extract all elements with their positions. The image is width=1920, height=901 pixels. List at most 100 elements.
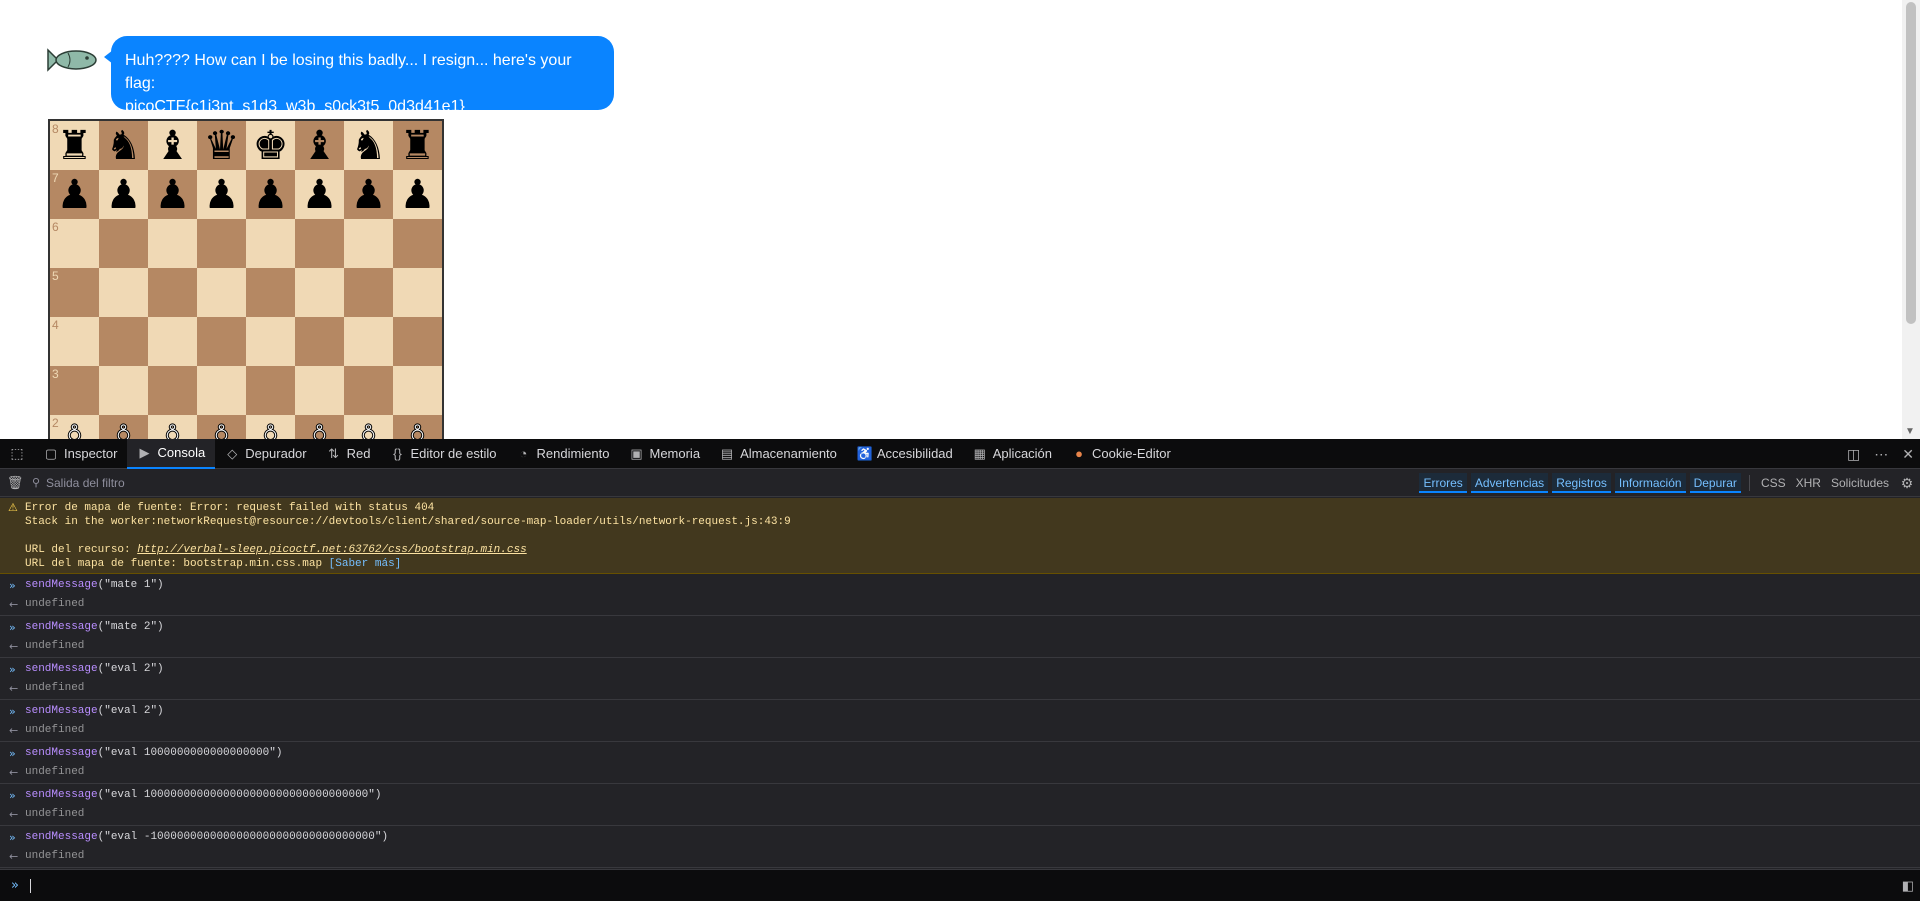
tab-almacenamiento[interactable]: ▤ Almacenamiento <box>710 439 847 469</box>
page-scrollbar[interactable]: ▼ <box>1902 0 1920 439</box>
chess-piece[interactable]: ♚ <box>253 126 289 166</box>
chess-piece[interactable]: ♝ <box>302 126 338 166</box>
board-square[interactable]: ♞ <box>99 121 148 170</box>
board-square[interactable] <box>246 268 295 317</box>
board-square[interactable] <box>197 366 246 415</box>
board-square[interactable]: ♚ <box>246 121 295 170</box>
tab-memoria[interactable]: ▣ Memoria <box>619 439 710 469</box>
board-square[interactable]: ♜ <box>393 121 442 170</box>
scrollbar-thumb[interactable] <box>1906 2 1916 324</box>
board-square[interactable]: 7 ♟ <box>50 170 99 219</box>
level-filter-button[interactable]: Registros <box>1552 473 1611 493</box>
chess-piece[interactable]: ♟ <box>204 175 240 215</box>
learn-more-link[interactable]: [Saber más] <box>329 558 402 570</box>
board-square[interactable]: ♝ <box>148 121 197 170</box>
board-square[interactable] <box>295 317 344 366</box>
clear-console-icon[interactable]: 🗑 <box>0 475 30 491</box>
board-square[interactable] <box>393 317 442 366</box>
board-square[interactable]: ♙ <box>344 415 393 439</box>
board-square[interactable] <box>393 268 442 317</box>
network-filter-button[interactable]: XHR <box>1791 476 1826 490</box>
board-square[interactable]: ♟ <box>393 170 442 219</box>
chess-piece[interactable]: ♙ <box>154 419 191 439</box>
tab-rendimiento[interactable]: ◔ Rendimiento <box>506 439 619 469</box>
board-square[interactable] <box>246 219 295 268</box>
board-square[interactable] <box>99 317 148 366</box>
board-square[interactable]: ♟ <box>246 170 295 219</box>
board-square[interactable] <box>295 366 344 415</box>
board-square[interactable] <box>148 219 197 268</box>
board-square[interactable] <box>344 268 393 317</box>
tab-red[interactable]: ⇅ Red <box>317 439 381 469</box>
board-square[interactable] <box>197 219 246 268</box>
chess-piece[interactable]: ♛ <box>204 126 240 166</box>
board-square[interactable] <box>99 219 148 268</box>
scroll-down-arrow-icon[interactable]: ▼ <box>1905 426 1915 437</box>
chess-piece[interactable]: ♙ <box>105 419 142 439</box>
board-square[interactable]: ♙ <box>148 415 197 439</box>
chess-piece[interactable]: ♙ <box>350 419 387 439</box>
board-square[interactable] <box>344 219 393 268</box>
chess-piece[interactable]: ♟ <box>57 175 93 215</box>
board-square[interactable]: 8 ♜ <box>50 121 99 170</box>
console-input-row[interactable]: » sendMessage("eval -10000000000000000000… <box>9 828 1920 847</box>
level-filter-button[interactable]: Errores <box>1419 473 1467 493</box>
chess-piece[interactable]: ♟ <box>155 175 191 215</box>
chess-piece[interactable]: ♜ <box>57 126 93 166</box>
more-options-icon[interactable]: ⋯ <box>1874 446 1888 463</box>
tab-accesibilidad[interactable]: ♿ Accesibilidad <box>847 439 963 469</box>
filter-output-input[interactable] <box>30 472 630 493</box>
board-square[interactable] <box>197 268 246 317</box>
chess-piece[interactable]: ♟ <box>351 175 387 215</box>
board-square[interactable] <box>148 268 197 317</box>
chess-piece[interactable]: ♜ <box>400 126 436 166</box>
board-square[interactable] <box>393 366 442 415</box>
close-devtools-icon[interactable]: ✕ <box>1902 446 1914 463</box>
chess-piece[interactable]: ♞ <box>106 126 142 166</box>
chess-piece[interactable]: ♞ <box>351 126 387 166</box>
tab-cookie-editor[interactable]: ● Cookie-Editor <box>1062 439 1181 469</box>
board-square[interactable] <box>295 219 344 268</box>
board-square[interactable]: 2♙ <box>50 415 99 439</box>
board-square[interactable] <box>344 317 393 366</box>
board-square[interactable] <box>344 366 393 415</box>
chess-piece[interactable]: ♙ <box>399 419 436 439</box>
level-filter-button[interactable]: Advertencias <box>1470 473 1549 493</box>
console-settings-gear-icon[interactable]: ⚙ <box>1894 475 1920 492</box>
tab-editor-de-estilo[interactable]: {} Editor de estilo <box>380 439 506 469</box>
console-input-row[interactable]: » sendMessage("eval 100000000000000000000… <box>9 786 1920 805</box>
chess-board[interactable]: 8♜♞♝♛♚♝♞♜7♟♟♟♟♟♟♟♟65432♙♙♙♙♙♙♙♙ <box>48 119 444 439</box>
tab-aplicaci-n[interactable]: ▦ Aplicación <box>963 439 1062 469</box>
board-square[interactable]: ♙ <box>393 415 442 439</box>
network-filter-button[interactable]: CSS <box>1756 476 1791 490</box>
board-square[interactable]: 5 <box>50 268 99 317</box>
board-square[interactable] <box>246 317 295 366</box>
console-input-row[interactable]: » sendMessage("eval 2") <box>9 660 1920 679</box>
board-square[interactable] <box>148 317 197 366</box>
board-square[interactable]: ♙ <box>295 415 344 439</box>
board-square[interactable] <box>393 219 442 268</box>
chess-piece[interactable]: ♙ <box>301 419 338 439</box>
board-square[interactable]: ♟ <box>295 170 344 219</box>
board-square[interactable] <box>148 366 197 415</box>
console-input-row[interactable]: » sendMessage("mate 2") <box>9 618 1920 637</box>
dock-side-icon[interactable]: ◫ <box>1847 446 1860 463</box>
board-square[interactable] <box>99 366 148 415</box>
board-square[interactable]: 6 <box>50 219 99 268</box>
board-square[interactable]: ♝ <box>295 121 344 170</box>
network-filter-button[interactable]: Solicitudes <box>1826 476 1894 490</box>
board-square[interactable]: ♟ <box>197 170 246 219</box>
level-filter-button[interactable]: Depurar <box>1689 473 1741 493</box>
tab-depurador[interactable]: ◇ Depurador <box>215 439 316 469</box>
board-square[interactable]: ♛ <box>197 121 246 170</box>
board-square[interactable]: ♙ <box>197 415 246 439</box>
board-square[interactable] <box>295 268 344 317</box>
chess-piece[interactable]: ♝ <box>155 126 191 166</box>
resource-url-link[interactable]: http://verbal-sleep.picoctf.net:63762/cs… <box>137 544 526 556</box>
editor-mode-toggle-icon[interactable]: ◧ <box>1902 878 1914 894</box>
console-input[interactable]: » ◧ <box>0 869 1920 901</box>
board-square[interactable]: ♞ <box>344 121 393 170</box>
board-square[interactable] <box>246 366 295 415</box>
level-filter-button[interactable]: Información <box>1614 473 1686 493</box>
board-square[interactable]: ♟ <box>148 170 197 219</box>
